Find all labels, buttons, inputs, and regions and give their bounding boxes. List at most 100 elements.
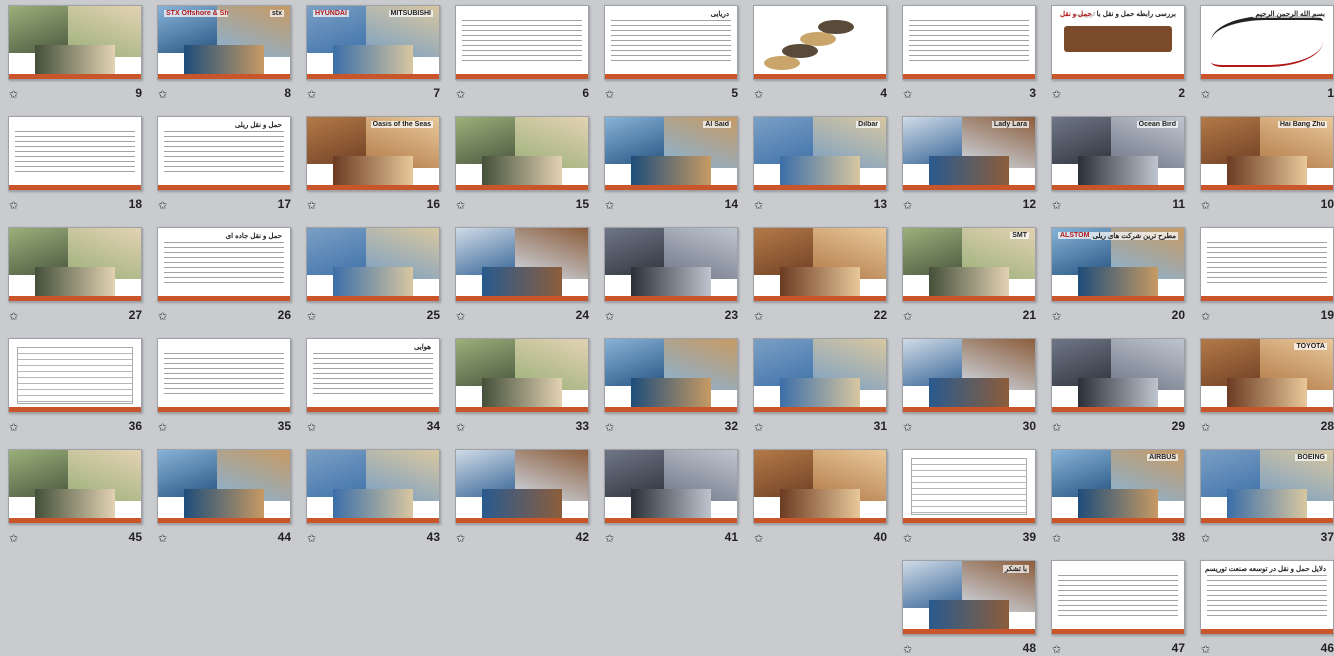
slide-thumbnail-24[interactable] xyxy=(455,227,589,302)
slide-thumbnail-27[interactable] xyxy=(8,227,142,302)
star-transition-icon[interactable]: ✩ xyxy=(158,310,167,323)
slide-thumbnail-33[interactable] xyxy=(455,338,589,413)
star-transition-icon[interactable]: ✩ xyxy=(1201,532,1210,545)
star-transition-icon[interactable]: ✩ xyxy=(754,310,763,323)
star-transition-icon[interactable]: ✩ xyxy=(158,421,167,434)
star-transition-icon[interactable]: ✩ xyxy=(456,310,465,323)
star-transition-icon[interactable]: ✩ xyxy=(903,310,912,323)
slide-thumbnail-18[interactable] xyxy=(8,116,142,191)
star-transition-icon[interactable]: ✩ xyxy=(1052,88,1061,101)
star-transition-icon[interactable]: ✩ xyxy=(1052,310,1061,323)
star-transition-icon[interactable]: ✩ xyxy=(903,421,912,434)
star-transition-icon[interactable]: ✩ xyxy=(903,88,912,101)
slide-thumbnail-30[interactable] xyxy=(902,338,1036,413)
star-transition-icon[interactable]: ✩ xyxy=(903,643,912,656)
slide-thumbnail-10[interactable]: Hai Bang Zhu xyxy=(1200,116,1334,191)
slide-thumbnail-15[interactable] xyxy=(455,116,589,191)
star-transition-icon[interactable]: ✩ xyxy=(456,199,465,212)
slide-thumbnail-8[interactable]: stx STX Offshore & Shipbuilding xyxy=(157,5,291,80)
slide-thumbnail-37[interactable]: BOEING xyxy=(1200,449,1334,524)
star-transition-icon[interactable]: ✩ xyxy=(9,310,18,323)
slide-thumbnail-13[interactable]: Dilbar xyxy=(753,116,887,191)
slide-thumbnail-38[interactable]: AIRBUS xyxy=(1051,449,1185,524)
star-transition-icon[interactable]: ✩ xyxy=(754,199,763,212)
star-transition-icon[interactable]: ✩ xyxy=(1052,199,1061,212)
slide-thumbnail-31[interactable] xyxy=(753,338,887,413)
slide-thumbnail-21[interactable]: SMT xyxy=(902,227,1036,302)
slide-thumbnail-5[interactable]: دریایی xyxy=(604,5,738,80)
star-transition-icon[interactable]: ✩ xyxy=(1052,643,1061,656)
star-transition-icon[interactable]: ✩ xyxy=(1201,421,1210,434)
slide-thumbnail-14[interactable]: Al Said xyxy=(604,116,738,191)
star-transition-icon[interactable]: ✩ xyxy=(1052,421,1061,434)
slide-thumbnail-32[interactable] xyxy=(604,338,738,413)
star-transition-icon[interactable]: ✩ xyxy=(9,199,18,212)
slide-thumbnail-12[interactable]: Lady Lara xyxy=(902,116,1036,191)
slide-photo xyxy=(631,155,711,185)
slide-thumbnail-25[interactable] xyxy=(306,227,440,302)
slide-thumbnail-6[interactable] xyxy=(455,5,589,80)
star-transition-icon[interactable]: ✩ xyxy=(605,88,614,101)
star-transition-icon[interactable]: ✩ xyxy=(1201,310,1210,323)
slide-thumbnail-29[interactable] xyxy=(1051,338,1185,413)
slide-thumbnail-1[interactable]: بسم الله الرحمن الرحيم xyxy=(1200,5,1334,80)
slide-thumbnail-23[interactable] xyxy=(604,227,738,302)
slide-thumbnail-7[interactable]: MITSUBISHI HYUNDAI xyxy=(306,5,440,80)
star-transition-icon[interactable]: ✩ xyxy=(158,88,167,101)
slide-photo xyxy=(1078,488,1158,518)
star-transition-icon[interactable]: ✩ xyxy=(158,199,167,212)
star-transition-icon[interactable]: ✩ xyxy=(1052,532,1061,545)
star-transition-icon[interactable]: ✩ xyxy=(754,88,763,101)
slide-thumbnail-3[interactable] xyxy=(902,5,1036,80)
star-transition-icon[interactable]: ✩ xyxy=(307,421,316,434)
slide-thumbnail-40[interactable] xyxy=(753,449,887,524)
star-transition-icon[interactable]: ✩ xyxy=(9,88,18,101)
star-transition-icon[interactable]: ✩ xyxy=(307,199,316,212)
slide-thumbnail-36[interactable] xyxy=(8,338,142,413)
slide-thumbnail-48[interactable]: با تشکر xyxy=(902,560,1036,635)
slide-thumbnail-41[interactable] xyxy=(604,449,738,524)
slide-thumbnail-42[interactable] xyxy=(455,449,589,524)
slide-thumbnail-11[interactable]: Ocean Bird xyxy=(1051,116,1185,191)
slide-thumbnail-39[interactable] xyxy=(902,449,1036,524)
star-transition-icon[interactable]: ✩ xyxy=(307,310,316,323)
star-transition-icon[interactable]: ✩ xyxy=(605,532,614,545)
star-transition-icon[interactable]: ✩ xyxy=(456,532,465,545)
star-transition-icon[interactable]: ✩ xyxy=(456,88,465,101)
slide-thumbnail-46[interactable]: دلایل حمل و نقل در توسعه صنعت توریسم xyxy=(1200,560,1334,635)
star-transition-icon[interactable]: ✩ xyxy=(158,532,167,545)
star-transition-icon[interactable]: ✩ xyxy=(1201,88,1210,101)
star-transition-icon[interactable]: ✩ xyxy=(307,532,316,545)
slide-thumbnail-2[interactable]: بررسی رابطه حمل و نقل با توریسم حمل و نقل xyxy=(1051,5,1185,80)
star-transition-icon[interactable]: ✩ xyxy=(456,421,465,434)
slide-thumbnail-43[interactable] xyxy=(306,449,440,524)
star-transition-icon[interactable]: ✩ xyxy=(605,310,614,323)
slide-thumbnail-4[interactable] xyxy=(753,5,887,80)
star-transition-icon[interactable]: ✩ xyxy=(1201,643,1210,656)
slide-thumbnail-47[interactable] xyxy=(1051,560,1185,635)
star-transition-icon[interactable]: ✩ xyxy=(605,199,614,212)
slide-body-text xyxy=(909,16,1029,64)
slide-thumbnail-9[interactable] xyxy=(8,5,142,80)
star-transition-icon[interactable]: ✩ xyxy=(903,532,912,545)
slide-thumbnail-17[interactable]: حمل و نقل ریلی xyxy=(157,116,291,191)
slide-thumbnail-35[interactable] xyxy=(157,338,291,413)
star-transition-icon[interactable]: ✩ xyxy=(754,421,763,434)
slide-thumbnail-26[interactable]: حمل و نقل جاده ای xyxy=(157,227,291,302)
slide-number: 27 xyxy=(128,308,142,322)
star-transition-icon[interactable]: ✩ xyxy=(754,532,763,545)
slide-thumbnail-19[interactable] xyxy=(1200,227,1334,302)
slide-thumbnail-20[interactable]: مطرح ترین شرکت های ریلی ALSTOM xyxy=(1051,227,1185,302)
slide-thumbnail-28[interactable]: TOYOTA xyxy=(1200,338,1334,413)
slide-thumbnail-44[interactable] xyxy=(157,449,291,524)
star-transition-icon[interactable]: ✩ xyxy=(903,199,912,212)
star-transition-icon[interactable]: ✩ xyxy=(307,88,316,101)
slide-thumbnail-16[interactable]: Oasis of the Seas xyxy=(306,116,440,191)
star-transition-icon[interactable]: ✩ xyxy=(9,532,18,545)
slide-thumbnail-22[interactable] xyxy=(753,227,887,302)
star-transition-icon[interactable]: ✩ xyxy=(605,421,614,434)
star-transition-icon[interactable]: ✩ xyxy=(1201,199,1210,212)
slide-thumbnail-34[interactable]: هوایی xyxy=(306,338,440,413)
slide-thumbnail-45[interactable] xyxy=(8,449,142,524)
star-transition-icon[interactable]: ✩ xyxy=(9,421,18,434)
